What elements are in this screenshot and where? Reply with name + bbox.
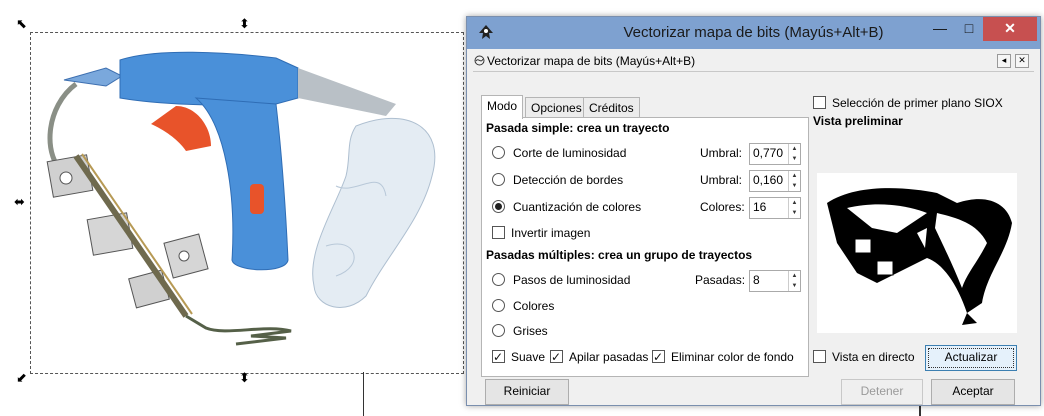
radio-brightness-steps[interactable]: Pasos de luminosidad (492, 271, 630, 289)
siox-checkbox[interactable]: Selección de primer plano SIOX (813, 94, 1003, 112)
dock-title: Vectorizar mapa de bits (Mayús+Alt+B) (487, 54, 696, 68)
dock-close-icon[interactable]: ✕ (1015, 54, 1029, 68)
single-pass-heading: Pasada simple: crea un trayecto (486, 121, 670, 135)
radio-indicator[interactable] (492, 324, 505, 337)
multi-pass-heading: Pasadas múltiples: crea un grupo de tray… (486, 248, 753, 262)
edge-threshold-label: Umbral: (700, 173, 743, 187)
colors-count-label: Colores: (700, 200, 745, 214)
edge-threshold-spinbox[interactable]: ▲▼ (749, 170, 801, 192)
passes-spinbox[interactable]: ▲▼ (749, 270, 801, 292)
colors-count-input[interactable] (753, 200, 785, 214)
minimize-button[interactable]: — (925, 17, 955, 41)
radio-grays[interactable]: Grises (492, 322, 548, 340)
live-preview-checkbox[interactable]: Vista en directo (813, 348, 915, 366)
checkbox-indicator-checked[interactable] (550, 348, 563, 366)
scale-handle-top[interactable]: ⬍ (239, 18, 250, 31)
scale-handle-bottom-left[interactable]: ⬋ (16, 372, 27, 385)
close-window-button[interactable]: ✕ (983, 17, 1037, 41)
tab-credits[interactable]: Créditos (583, 97, 640, 118)
reset-button[interactable]: Reiniciar (485, 379, 569, 405)
trace-preview-image (817, 173, 1017, 333)
passes-label: Pasadas: (695, 273, 746, 287)
radio-colors[interactable]: Colores (492, 297, 554, 315)
radio-indicator-selected[interactable] (492, 200, 505, 213)
stack-scans-checkbox[interactable]: Apilar pasadas (550, 348, 648, 366)
dock-header: Vectorizar mapa de bits (Mayús+Alt+B) ◂ … (473, 51, 1034, 72)
mode-panel: Pasada simple: crea un trayecto Corte de… (481, 117, 809, 377)
tab-mode[interactable]: Modo (481, 95, 524, 119)
trace-bitmap-dialog: Vectorizar mapa de bits (Mayús+Alt+B) — … (466, 16, 1041, 406)
checkbox-indicator[interactable] (813, 350, 826, 363)
smooth-checkbox[interactable]: Suave (492, 348, 545, 366)
preview-heading: Vista preliminar (813, 114, 903, 128)
window-titlebar[interactable]: Vectorizar mapa de bits (Mayús+Alt+B) — … (467, 17, 1040, 49)
checkbox-indicator-checked[interactable] (652, 348, 665, 366)
dock-iconify-icon[interactable]: ◂ (997, 54, 1011, 68)
glue-gun-bitmap-image[interactable] (36, 46, 446, 366)
radio-edge-detection[interactable]: Detección de bordes (492, 171, 623, 189)
checkbox-indicator[interactable] (813, 96, 826, 109)
radio-color-quantization[interactable]: Cuantización de colores (492, 198, 641, 216)
dialog-body: Vectorizar mapa de bits (Mayús+Alt+B) ◂ … (473, 49, 1034, 405)
radio-indicator[interactable] (492, 173, 505, 186)
tab-options[interactable]: Opciones (525, 97, 588, 118)
invert-image-checkbox[interactable]: Invertir imagen (492, 224, 590, 242)
brightness-threshold-input[interactable] (753, 146, 785, 160)
update-button[interactable]: Actualizar (925, 345, 1017, 371)
stop-button[interactable]: Detener (841, 379, 923, 405)
scale-handle-top-left[interactable]: ⬉ (16, 18, 27, 31)
checkbox-indicator-checked[interactable] (492, 348, 505, 366)
canvas-guide-line (363, 372, 364, 416)
scale-handle-bottom[interactable]: ⬍ (239, 372, 250, 385)
maximize-button[interactable]: □ (955, 17, 983, 41)
edge-threshold-input[interactable] (753, 173, 785, 187)
remove-background-checkbox[interactable]: Eliminar color de fondo (652, 348, 794, 366)
accept-button[interactable]: Aceptar (931, 379, 1015, 405)
checkbox-indicator[interactable] (492, 226, 505, 239)
trace-bitmap-icon (474, 55, 485, 66)
brightness-threshold-label: Umbral: (700, 146, 743, 160)
radio-indicator[interactable] (492, 146, 505, 159)
brightness-threshold-spinbox[interactable]: ▲▼ (749, 143, 801, 165)
scale-handle-left[interactable]: ⬌ (14, 196, 25, 209)
passes-input[interactable] (753, 273, 785, 287)
radio-indicator[interactable] (492, 299, 505, 312)
radio-indicator[interactable] (492, 273, 505, 286)
colors-count-spinbox[interactable]: ▲▼ (749, 197, 801, 219)
radio-brightness-cutoff[interactable]: Corte de luminosidad (492, 144, 626, 162)
